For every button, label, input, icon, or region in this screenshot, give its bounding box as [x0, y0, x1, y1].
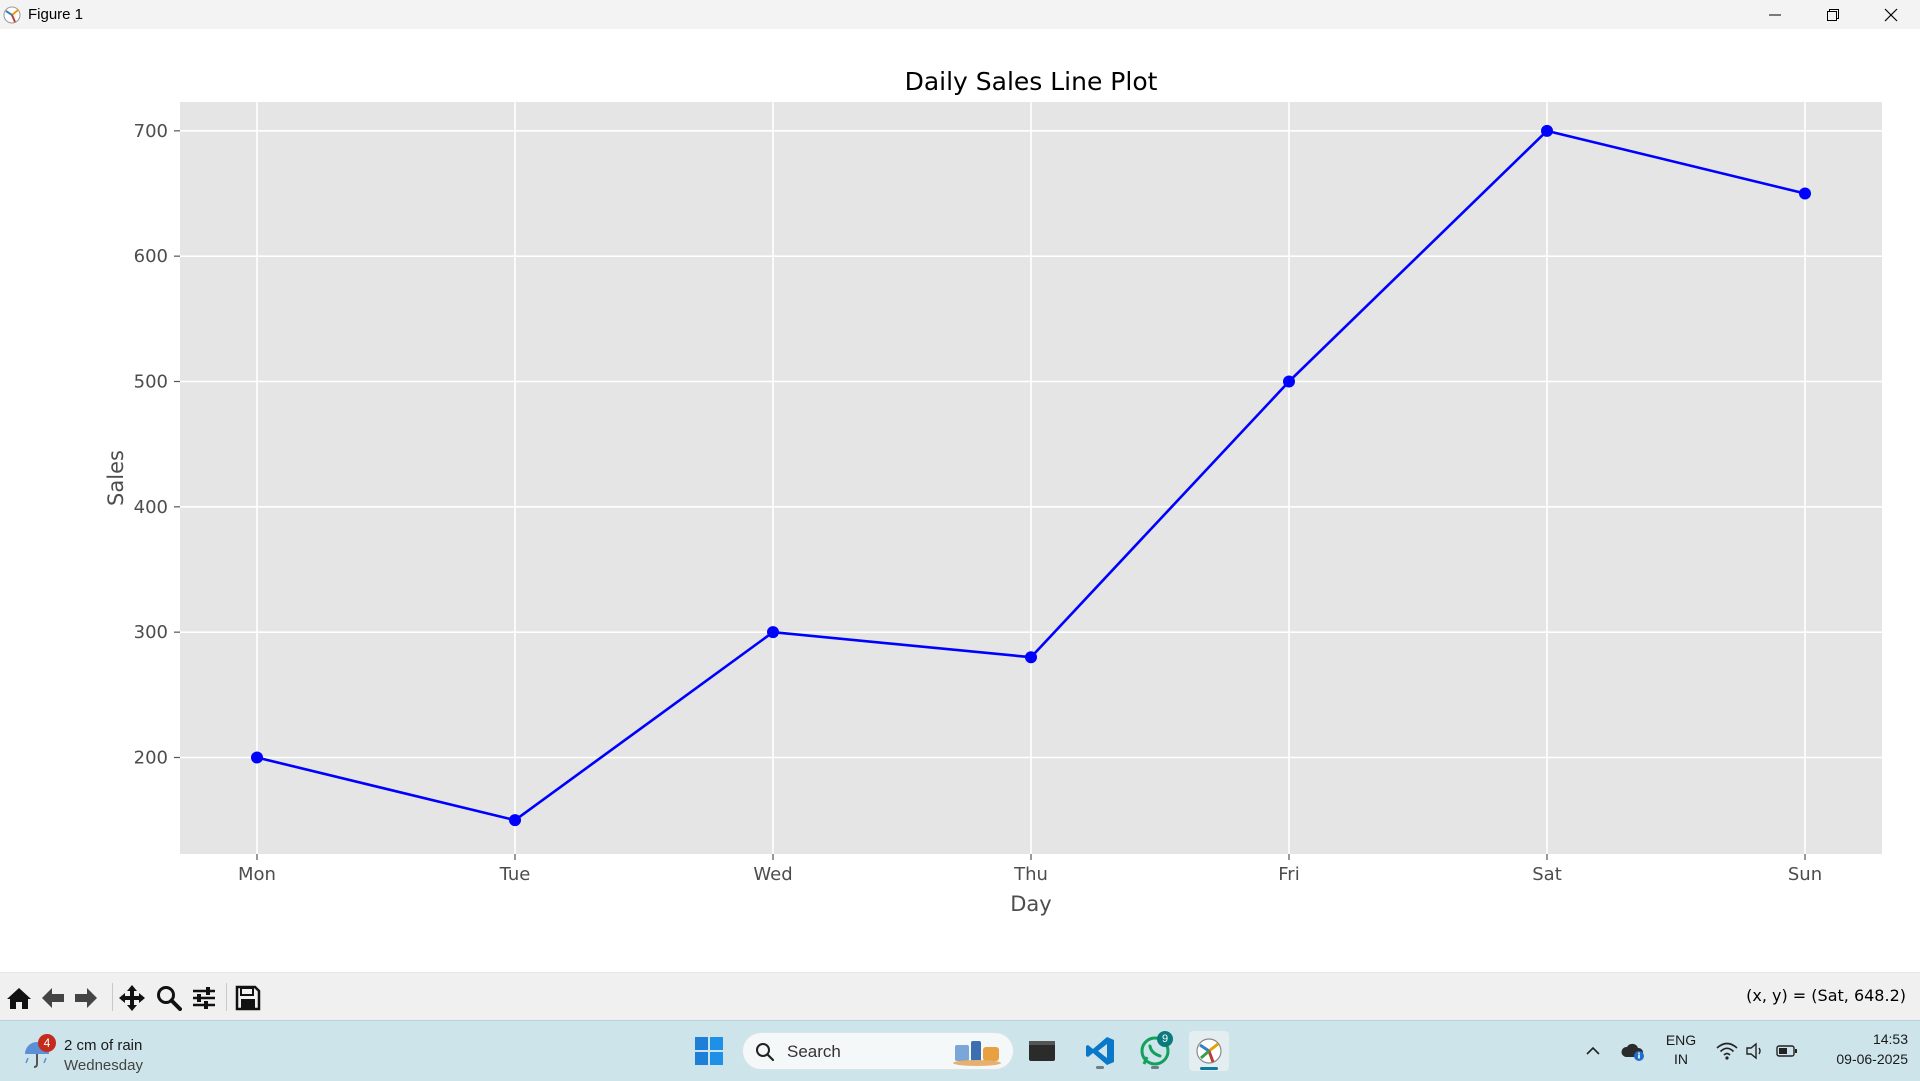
data-point — [1025, 651, 1037, 664]
taskbar-app-vscode[interactable] — [1080, 1031, 1120, 1071]
tray-battery[interactable] — [1767, 1031, 1807, 1071]
data-point — [509, 814, 521, 827]
weather-alert-badge: 4 — [38, 1034, 56, 1052]
figure-canvas[interactable]: 200 300 400 500 600 700 Mon Tue Wed Thu Fri Sat Sun D… — [0, 29, 1920, 972]
zoom-icon — [157, 986, 182, 1011]
data-point — [1541, 124, 1553, 137]
close-icon — [1884, 8, 1898, 21]
zoom-button[interactable] — [154, 983, 184, 1013]
configure-subplots-icon — [193, 987, 215, 1009]
start-button[interactable] — [689, 1031, 729, 1071]
line-chart: 200 300 400 500 600 700 Mon Tue Wed Thu Fri Sat Sun D… — [104, 67, 1882, 916]
restore-button[interactable] — [1804, 0, 1862, 29]
vscode-icon — [1086, 1037, 1114, 1065]
taskbar-search[interactable]: Search — [742, 1032, 1014, 1070]
x-tick-label: Mon — [238, 864, 276, 885]
weather-widget[interactable]: 4 2 cm of rain Wednesday — [22, 1029, 162, 1074]
x-tick-label: Fri — [1278, 864, 1299, 885]
weather-summary: 2 cm of rain — [64, 1037, 143, 1054]
window-title-bar: Figure 1 — [0, 0, 1920, 29]
data-point — [767, 626, 779, 639]
coordinate-readout: (x, y) = (Sat, 648.2) — [1746, 986, 1906, 1005]
toolbar-separator — [112, 983, 113, 1011]
terminal-icon — [1029, 1041, 1055, 1061]
matplotlib-app-icon — [3, 6, 21, 23]
tray-onedrive[interactable] — [1613, 1031, 1653, 1071]
chevron-up-icon — [1586, 1046, 1600, 1055]
configure-subplots-button[interactable] — [189, 983, 219, 1013]
y-axis-label: Sales — [104, 450, 128, 506]
speaker-icon — [1746, 1042, 1761, 1060]
taskbar-app-matplotlib[interactable] — [1189, 1031, 1229, 1071]
running-indicator — [1096, 1066, 1104, 1069]
y-tick-label: 600 — [134, 246, 168, 267]
minimize-icon — [1769, 14, 1781, 15]
pan-icon — [119, 985, 145, 1011]
forward-button[interactable] — [71, 983, 101, 1013]
matplotlib-figure-icon — [1196, 1038, 1222, 1064]
pan-button[interactable] — [117, 983, 147, 1013]
search-icon — [756, 1043, 775, 1062]
active-window-indicator — [1200, 1067, 1218, 1070]
window-title: Figure 1 — [28, 6, 84, 23]
show-hidden-icons-button[interactable] — [1573, 1031, 1613, 1071]
navigation-toolbar: (x, y) = (Sat, 648.2) — [0, 972, 1920, 1021]
running-indicator — [1151, 1066, 1159, 1069]
close-button[interactable] — [1862, 0, 1920, 29]
save-icon — [235, 985, 261, 1011]
region-indicator[interactable]: IN — [1663, 1051, 1699, 1067]
taskbar: 4 2 cm of rain Wednesday Search 9 ENG IN… — [0, 1020, 1920, 1081]
forward-arrow-icon — [75, 988, 97, 1008]
y-tick-label: 400 — [134, 497, 168, 518]
data-point — [1799, 187, 1811, 200]
y-tick-label: 300 — [134, 622, 168, 643]
toolbar-separator — [226, 983, 227, 1011]
x-tick-label: Sun — [1788, 864, 1822, 885]
chart-title: Daily Sales Line Plot — [905, 67, 1158, 96]
clock-time[interactable]: 14:53 — [1812, 1031, 1908, 1047]
x-tick-label: Wed — [753, 864, 792, 885]
x-axis-label: Day — [1010, 892, 1051, 916]
taskbar-app-whatsapp[interactable]: 9 — [1135, 1031, 1175, 1071]
language-indicator[interactable]: ENG — [1663, 1032, 1699, 1048]
x-tick-label: Tue — [499, 864, 531, 885]
clock-date[interactable]: 09-06-2025 — [1812, 1051, 1908, 1067]
y-tick-label: 700 — [134, 121, 168, 142]
data-point — [251, 751, 263, 764]
whatsapp-notification-badge: 9 — [1157, 1031, 1173, 1047]
y-tick-label: 500 — [134, 371, 168, 392]
back-arrow-icon — [42, 988, 64, 1008]
x-tick-label: Thu — [1013, 864, 1048, 885]
save-button[interactable] — [233, 983, 263, 1013]
back-button[interactable] — [38, 983, 68, 1013]
minimize-button[interactable] — [1746, 0, 1804, 29]
cloud-info-icon — [1621, 1043, 1644, 1061]
search-highlight-icon — [953, 1041, 1001, 1066]
battery-icon — [1776, 1045, 1797, 1057]
taskbar-app-terminal[interactable] — [1022, 1031, 1062, 1071]
x-tick-label: Sat — [1532, 864, 1562, 885]
y-tick-label: 200 — [134, 747, 168, 768]
windows-logo-icon — [695, 1037, 723, 1065]
restore-icon — [1827, 8, 1839, 21]
home-button[interactable] — [4, 983, 34, 1013]
data-point — [1283, 375, 1295, 388]
search-placeholder: Search — [787, 1042, 841, 1061]
home-icon — [7, 988, 31, 1009]
weather-day: Wednesday — [64, 1057, 143, 1074]
